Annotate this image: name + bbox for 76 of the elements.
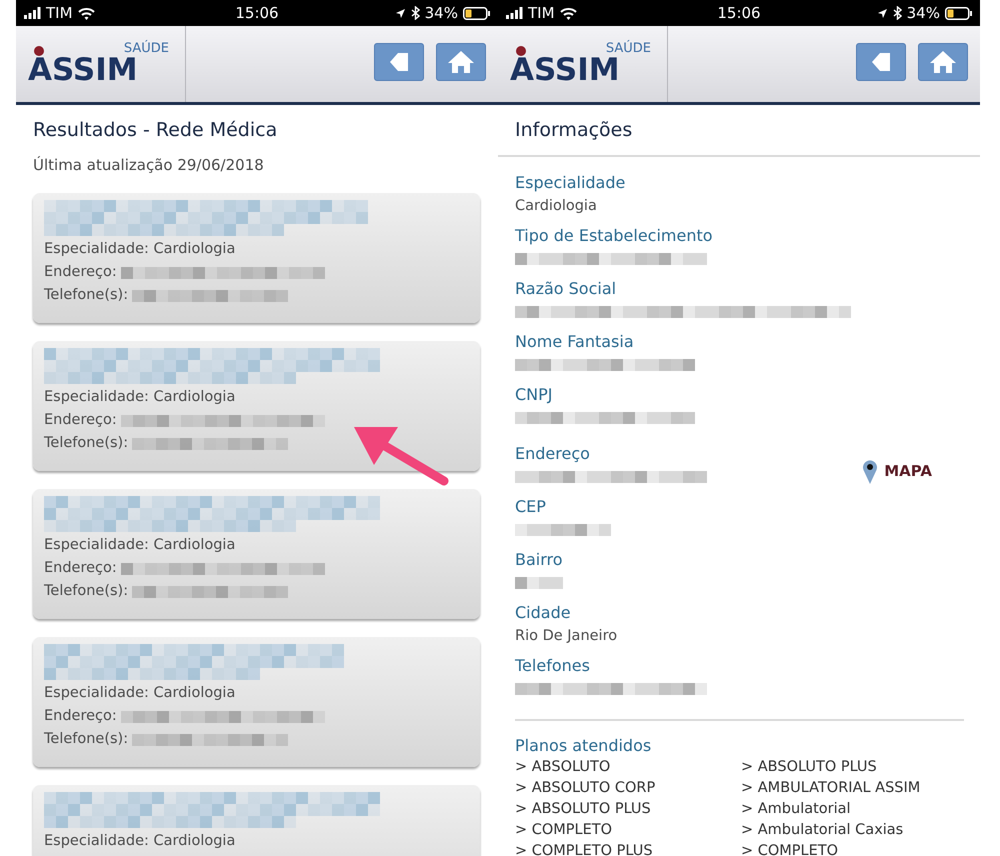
result-detail: Especialidade: Cardiologia [44, 832, 236, 851]
home-icon [929, 50, 957, 74]
page-title: Informações [515, 118, 634, 143]
signal-icon [24, 7, 41, 19]
field-label: Razão Social [515, 278, 618, 300]
map-link[interactable]: MAPA [862, 458, 932, 484]
carrier-name: TIM [46, 2, 73, 24]
field-value: Cardiologia [515, 197, 597, 216]
wifi-icon [78, 6, 95, 20]
result-detail: Telefone(s): [44, 286, 128, 305]
field-label: Endereço [515, 443, 591, 465]
result-detail: Endereço: [44, 263, 117, 282]
field-label: CNPJ [515, 384, 554, 406]
battery-percent: 34% [906, 2, 940, 24]
result-detail: Especialidade: Cardiologia [44, 388, 236, 407]
logo-wordmark: ASSIM [510, 55, 620, 86]
field-label: Nome Fantasia [515, 331, 635, 353]
result-detail: Endereço: [44, 559, 117, 578]
back-button[interactable] [856, 43, 906, 81]
logo-subtitle: SAÚDE [606, 42, 651, 55]
result-card[interactable]: Especialidade: Cardiologia Endereço: Telefone(s): [33, 341, 480, 471]
carrier-name: TIM [528, 2, 555, 24]
clock-time: 15:06 [235, 2, 279, 24]
plan-item: > Ambulatorial Caxias [741, 821, 904, 840]
map-pin-icon [862, 458, 878, 484]
result-card[interactable]: Especialidade: Cardiologia Endereço: Telefone(s): [33, 193, 480, 323]
result-card[interactable]: Especialidade: Cardiologia Endereço: Telefone(s): [33, 489, 480, 619]
logo-subtitle: SAÚDE [124, 42, 169, 55]
location-icon [876, 8, 888, 18]
page-title: Resultados - Rede Médica [33, 118, 278, 143]
plan-item: > COMPLETO [741, 842, 840, 856]
bluetooth-icon [892, 6, 902, 20]
battery-percent: 34% [424, 2, 458, 24]
home-button[interactable] [918, 43, 968, 81]
field-label: Tipo de Estabelecimento [515, 225, 714, 247]
result-detail: Endereço: [44, 707, 117, 726]
result-detail: Endereço: [44, 411, 117, 430]
update-date: Última atualização 29/06/2018 [33, 155, 265, 175]
result-detail: Telefone(s): [44, 730, 128, 749]
logo-wordmark: ASSIM [28, 55, 138, 86]
field-label: Telefones [515, 655, 591, 677]
back-button[interactable] [374, 43, 424, 81]
back-arrow-icon [388, 51, 410, 73]
field-label: Especialidade [515, 172, 626, 194]
section-heading: Planos atendidos [515, 735, 652, 757]
field-label: Bairro [515, 549, 564, 571]
battery-icon [462, 6, 490, 20]
plan-item: > COMPLETO [515, 821, 614, 840]
location-icon [394, 8, 406, 18]
result-detail: Especialidade: Cardiologia [44, 684, 236, 703]
result-detail: Telefone(s): [44, 434, 128, 453]
logo-dot-icon [516, 46, 526, 56]
result-detail: Especialidade: Cardiologia [44, 240, 236, 259]
home-icon [447, 50, 475, 74]
back-arrow-icon [870, 51, 892, 73]
home-button[interactable] [436, 43, 486, 81]
result-card[interactable]: Especialidade: Cardiologia Endereço: Telefone(s): [33, 637, 480, 767]
plan-item: > ABSOLUTO PLUS [515, 800, 652, 819]
plan-item: > ABSOLUTO PLUS [741, 758, 878, 777]
battery-icon [944, 6, 972, 20]
result-detail: Telefone(s): [44, 582, 128, 601]
logo-dot-icon [34, 46, 44, 56]
field-label: CEP [515, 496, 547, 518]
plan-item: > COMPLETO PLUS [515, 842, 654, 856]
result-detail: Especialidade: Cardiologia [44, 536, 236, 555]
plan-item: > ABSOLUTO [515, 758, 612, 777]
wifi-icon [560, 6, 577, 20]
clock-time: 15:06 [717, 2, 761, 24]
bluetooth-icon [410, 6, 420, 20]
plan-item: > Ambulatorial [741, 800, 852, 819]
result-card[interactable]: Especialidade: Cardiologia [33, 785, 480, 856]
field-value: Rio De Janeiro [515, 627, 618, 646]
plan-item: > ABSOLUTO CORP [515, 779, 656, 798]
plan-item: > AMBULATORIAL ASSIM [741, 779, 922, 798]
signal-icon [506, 7, 523, 19]
field-label: Cidade [515, 602, 572, 624]
